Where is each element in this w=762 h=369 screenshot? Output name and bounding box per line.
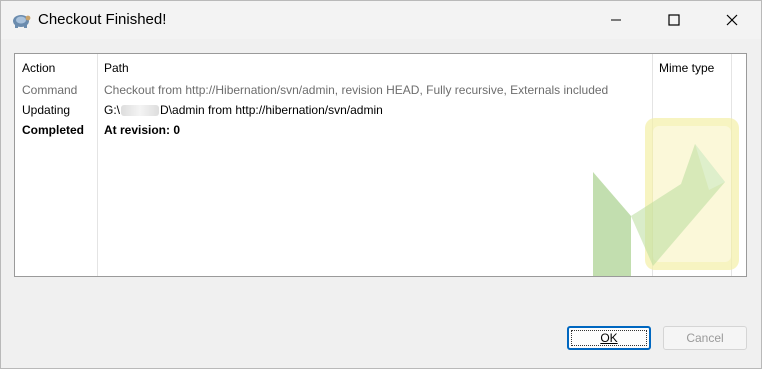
- row-path-completed: At revision: 0: [104, 123, 181, 137]
- close-icon: [726, 14, 738, 26]
- ok-button[interactable]: OK: [567, 326, 651, 350]
- checkout-dialog: Checkout Finished! Action Path Mime type…: [0, 0, 762, 369]
- minimize-button[interactable]: [593, 1, 639, 39]
- column-divider: [97, 54, 98, 276]
- maximize-icon: [668, 14, 680, 26]
- minimize-icon: [611, 19, 621, 21]
- path-suffix: D\admin from http://hibernation/svn/admi…: [160, 103, 383, 117]
- title-bar[interactable]: Checkout Finished!: [1, 1, 761, 39]
- redacted-path-segment: [121, 105, 160, 117]
- row-action-updating: Updating: [22, 103, 71, 117]
- cancel-button-label: Cancel: [686, 331, 724, 345]
- row-path-updating: G:\ D\admin from http://hibernation/svn/a…: [104, 103, 383, 117]
- column-header-action[interactable]: Action: [22, 61, 55, 75]
- window-title: Checkout Finished!: [38, 11, 167, 28]
- ok-button-label: OK: [600, 331, 618, 345]
- row-action-command: Command: [22, 83, 78, 97]
- row-action-completed: Completed: [22, 123, 85, 137]
- column-header-path[interactable]: Path: [104, 61, 129, 75]
- close-button[interactable]: [709, 1, 755, 39]
- column-header-mime-type[interactable]: Mime type: [659, 61, 714, 75]
- tortoisesvn-icon: [13, 15, 31, 28]
- results-list[interactable]: Action Path Mime type Command Checkout f…: [14, 53, 747, 277]
- path-prefix: G:\: [104, 103, 121, 117]
- checkmark-watermark-icon: [593, 118, 739, 276]
- cancel-button[interactable]: Cancel: [663, 326, 747, 350]
- row-path-command: Checkout from http://Hibernation/svn/adm…: [104, 83, 609, 97]
- maximize-button[interactable]: [651, 1, 697, 39]
